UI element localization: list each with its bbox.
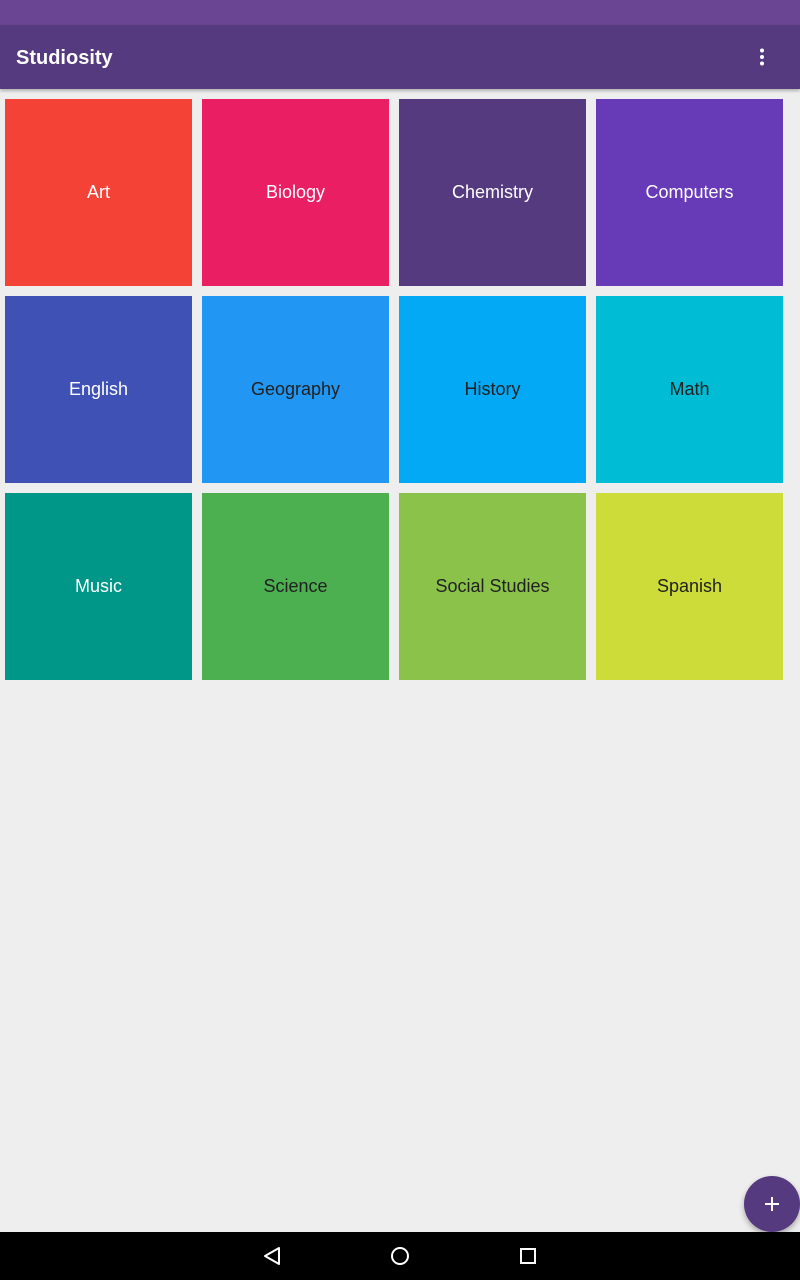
subject-tile-math[interactable]: Math bbox=[596, 296, 783, 483]
subject-label: Art bbox=[86, 182, 110, 202]
subject-label: Computers bbox=[645, 182, 734, 202]
home-icon bbox=[391, 1247, 409, 1265]
subject-label: Social Studies bbox=[435, 576, 550, 596]
subject-label: English bbox=[68, 379, 129, 399]
more-vert-icon bbox=[760, 48, 764, 66]
app-bar: Studiosity bbox=[0, 25, 800, 89]
subject-tile-english[interactable]: English bbox=[5, 296, 192, 483]
subject-tile-spanish[interactable]: Spanish bbox=[596, 493, 783, 680]
subject-tile-science[interactable]: Science bbox=[202, 493, 389, 680]
subject-label: Geography bbox=[250, 379, 341, 399]
subject-label: Math bbox=[669, 379, 710, 399]
subject-tile-social-studies[interactable]: Social Studies bbox=[399, 493, 586, 680]
subject-label: Chemistry bbox=[451, 182, 533, 202]
subject-tile-computers[interactable]: Computers bbox=[596, 99, 783, 286]
subject-tile-history[interactable]: History bbox=[399, 296, 586, 483]
subject-tile-chemistry[interactable]: Chemistry bbox=[399, 99, 586, 286]
subject-label: Science bbox=[263, 576, 328, 596]
subject-label: Music bbox=[74, 576, 122, 596]
subject-tile-biology[interactable]: Biology bbox=[202, 99, 389, 286]
back-icon bbox=[264, 1247, 280, 1265]
app-title: Studiosity bbox=[16, 47, 113, 69]
nav-recents-button[interactable] bbox=[496, 1232, 560, 1280]
subject-tile-art[interactable]: Art bbox=[5, 99, 192, 286]
subject-grid: Art Biology Chemistry Computers English … bbox=[5, 99, 783, 680]
system-nav-bar bbox=[0, 1232, 800, 1280]
recents-icon bbox=[520, 1248, 536, 1264]
overflow-menu-button[interactable] bbox=[738, 33, 786, 81]
nav-back-button[interactable] bbox=[240, 1232, 304, 1280]
status-bar bbox=[0, 0, 800, 25]
subject-label: Spanish bbox=[656, 576, 723, 596]
nav-home-button[interactable] bbox=[368, 1232, 432, 1280]
subject-tile-geography[interactable]: Geography bbox=[202, 296, 389, 483]
subject-label: History bbox=[464, 379, 521, 399]
add-fab-button[interactable] bbox=[744, 1176, 800, 1232]
subject-tile-music[interactable]: Music bbox=[5, 493, 192, 680]
plus-icon bbox=[765, 1197, 779, 1211]
subject-label: Biology bbox=[265, 182, 326, 202]
